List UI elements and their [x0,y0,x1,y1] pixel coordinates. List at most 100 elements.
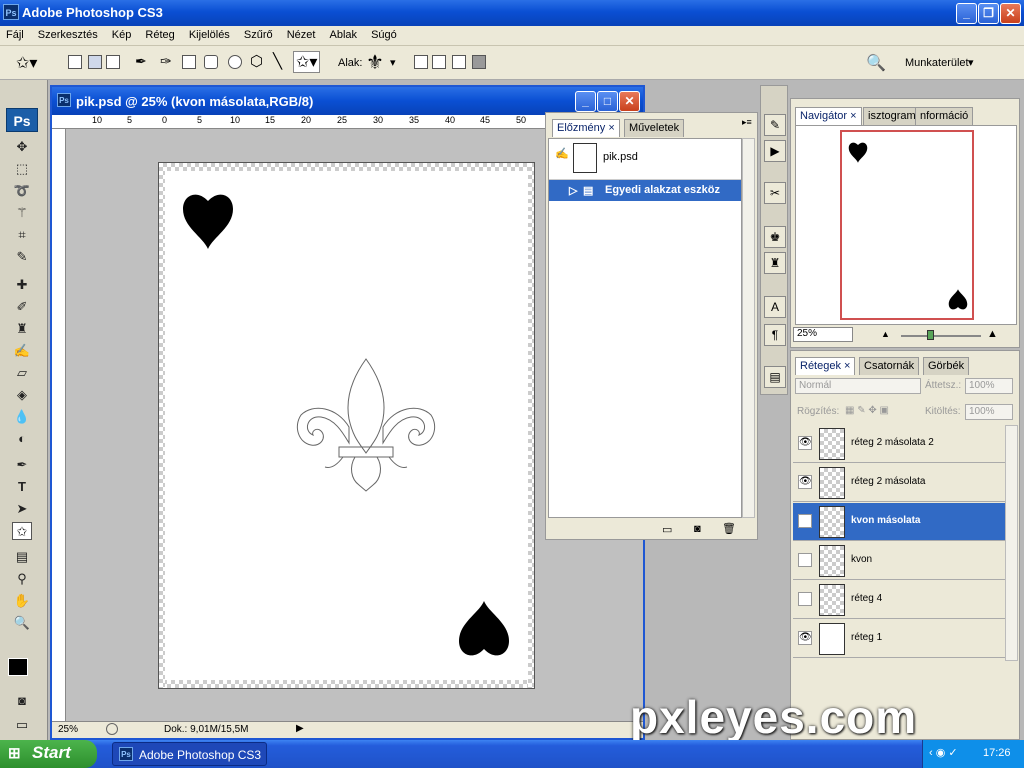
status-arrow-icon[interactable]: ▶ [296,723,304,734]
layer-row[interactable]: 👁 réteg 2 másolata [793,464,1005,502]
crop-tool-icon[interactable]: ⌗ [12,226,32,244]
close-icon[interactable]: × [844,360,850,372]
pen-tool-icon[interactable]: ✒ [12,456,32,474]
pen-icon[interactable]: ✒ [135,53,147,70]
fleur-de-lis-icon[interactable]: ⚜ [366,50,384,75]
minimize-button[interactable]: _ [956,3,977,24]
layer-row[interactable]: réteg 4 [793,581,1005,619]
tab-histogram[interactable]: isztogram [863,107,921,125]
character-icon[interactable]: A [764,296,786,318]
polygon-icon[interactable]: ⬡ [250,52,263,70]
magic-wand-icon[interactable]: ⚚ [12,204,32,222]
opacity-input[interactable]: 100% [965,378,1013,394]
foreground-color[interactable] [8,658,28,676]
intersect-area-icon[interactable] [452,55,466,69]
history-item-selected[interactable]: ▷ ▤ Egyedi alakzat eszköz [549,179,741,201]
brush-tool-icon[interactable]: ✐ [12,298,32,316]
tab-layers[interactable]: Rétegek × [795,357,856,375]
zoom-in-icon[interactable]: ▲ [987,328,998,340]
menu-edit[interactable]: Szerkesztés [32,26,103,41]
fill-pixels-icon[interactable] [106,55,120,69]
move-tool-icon[interactable]: ✥ [12,138,32,156]
dodge-tool-icon[interactable]: ◐ [12,430,32,448]
menu-file[interactable]: Fájl [0,26,29,41]
subtract-area-icon[interactable] [432,55,446,69]
tab-info[interactable]: nformáció [915,107,974,125]
visibility-toggle[interactable] [798,592,812,606]
visibility-toggle[interactable] [798,514,812,528]
add-to-area-icon[interactable] [414,55,428,69]
navigator-zoom-input[interactable]: 25% [793,327,853,342]
bridge-icon[interactable]: 🔍 [866,53,886,73]
screen-mode-icon[interactable]: ▭ [12,716,32,734]
type-tool-icon[interactable]: T [12,478,32,496]
card-canvas[interactable] [158,162,535,689]
zoom-slider[interactable] [901,335,981,337]
workspace-dropdown-icon[interactable]: ▾ [968,56,974,69]
tab-history[interactable]: Előzmény × [552,119,620,137]
zoom-out-icon[interactable]: ▲ [881,329,890,339]
new-document-icon[interactable]: ▭ [662,523,672,536]
shape-layers-icon[interactable] [68,55,82,69]
menu-layer[interactable]: Réteg [139,26,179,41]
layer-row[interactable]: kvon [793,542,1005,580]
hand-tool-icon[interactable]: ✋ [12,592,32,610]
layer-comps-icon[interactable]: ▤ [764,366,786,388]
tool-presets-icon[interactable]: ♜ [764,252,786,274]
eyedropper-icon[interactable]: ⚲ [12,570,32,588]
layer-row[interactable]: 👁 réteg 2 másolata 2 [793,425,1005,463]
layer-row[interactable]: 👁 réteg 1 [793,620,1005,658]
clone-stamp-icon[interactable]: ♜ [12,320,32,338]
blend-mode-select[interactable]: Normál [795,378,921,394]
panel-menu-icon[interactable]: ▸≡ [742,117,752,128]
visibility-toggle[interactable] [798,553,812,567]
slice-tool-icon[interactable]: ✎ [12,248,32,266]
rectangle-icon[interactable] [182,55,196,69]
custom-shape-icon[interactable]: ✩▾ [293,51,321,73]
exclude-area-icon[interactable] [472,55,486,69]
freeform-pen-icon[interactable]: ✑ [160,53,172,70]
menu-select[interactable]: Kijelölés [183,26,235,41]
status-info-icon[interactable] [106,723,118,735]
doc-minimize-button[interactable]: _ [575,91,596,112]
doc-close-button[interactable]: ✕ [619,91,640,112]
zoom-tool-icon[interactable]: 🔍 [12,614,32,632]
eye-icon[interactable]: 👁 [798,436,812,450]
paths-icon[interactable] [88,55,102,69]
history-brush-icon[interactable]: ✍ [12,342,32,360]
layer-row-selected[interactable]: kvon másolata [793,503,1005,541]
tab-channels[interactable]: Csatornák [859,357,920,375]
close-icon[interactable]: × [850,110,856,122]
menu-window[interactable]: Ablak [324,26,363,41]
navigator-preview[interactable] [795,125,1017,325]
custom-shape-tool-icon-active[interactable]: ✩ [12,522,32,540]
blur-tool-icon[interactable]: 💧 [12,408,32,426]
fill-input[interactable]: 100% [965,404,1013,420]
history-scrollbar[interactable] [742,138,755,518]
eraser-tool-icon[interactable]: ▱ [12,364,32,382]
notes-tool-icon[interactable]: ▤ [12,548,32,566]
ps-toolbox-logo[interactable]: Ps [6,108,38,132]
menu-help[interactable]: Súgó [365,26,402,41]
taskbar-item-photoshop[interactable]: Ps Adobe Photoshop CS3 [112,742,267,766]
close-icon[interactable]: × [608,122,614,134]
paint-bucket-icon[interactable]: ◈ [12,386,32,404]
quick-mask-icon[interactable]: ◙ [12,692,32,710]
start-button[interactable]: ⊞ Start [0,740,97,768]
trash-icon[interactable]: 🗑 [722,522,736,535]
tray-icons[interactable]: ‹ ◉ ✓ [929,746,958,759]
custom-shape-tool-icon[interactable]: ✩▾ [16,53,37,73]
tab-navigator[interactable]: Navigátor × [795,107,862,125]
camera-icon[interactable]: ◙ [694,523,701,535]
tools-icon[interactable]: ✂ [764,182,786,204]
snapshot-brush-icon[interactable]: ✍ [555,147,569,160]
eye-icon[interactable]: 👁 [798,631,812,645]
zoom-level[interactable]: 25% [58,724,78,735]
ellipse-icon[interactable] [228,55,242,69]
line-icon[interactable]: ╲ [273,52,282,70]
menu-filter[interactable]: Szűrő [238,26,278,41]
snapshot-name[interactable]: pik.psd [603,151,638,163]
path-selection-icon[interactable]: ➤ [12,500,32,518]
restore-button[interactable]: ❐ [978,3,999,24]
menu-view[interactable]: Nézet [281,26,321,41]
